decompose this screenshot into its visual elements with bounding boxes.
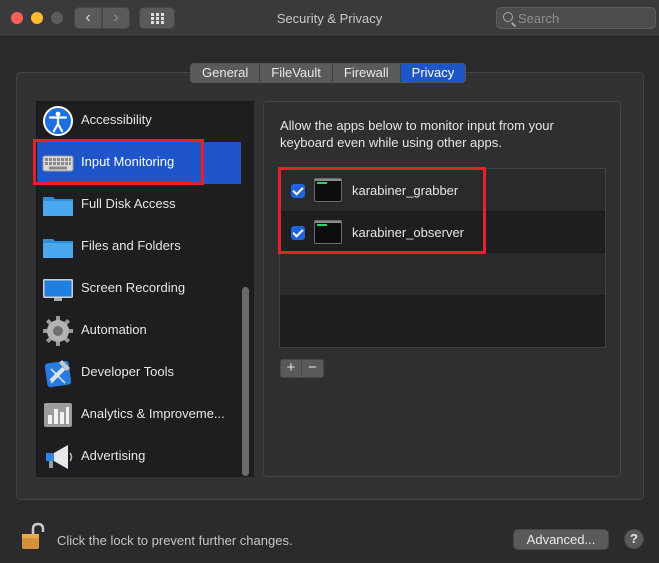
app-list: karabiner_grabber karabiner_observer — [279, 168, 606, 348]
permission-description: Allow the apps below to monitor input fr… — [280, 118, 554, 150]
tab-general[interactable]: General — [191, 64, 261, 82]
display-icon — [43, 279, 73, 301]
tab-privacy[interactable]: Privacy — [400, 64, 466, 82]
sidebar-item-label: Advertising — [81, 448, 146, 463]
folder-icon — [43, 239, 73, 258]
developer-tools-icon — [44, 360, 72, 388]
search-field[interactable] — [496, 7, 656, 29]
sidebar-item-advertising[interactable]: Advertising — [37, 436, 241, 476]
app-row-karabiner-grabber[interactable]: karabiner_grabber — [280, 169, 605, 211]
sidebar-item-automation[interactable]: Automation — [37, 310, 241, 352]
add-app-button[interactable]: + — [280, 359, 302, 378]
search-icon — [503, 12, 513, 22]
app-name: karabiner_grabber — [352, 183, 459, 198]
titlebar: ‹ › Security & Privacy — [0, 0, 659, 37]
keyboard-icon — [42, 155, 74, 172]
add-remove-buttons: + − — [280, 359, 324, 378]
sidebar-item-input-monitoring[interactable]: Input Monitoring — [37, 142, 241, 184]
sidebar-item-developer-tools[interactable]: Developer Tools — [37, 352, 241, 394]
app-checkbox[interactable] — [291, 226, 305, 240]
sidebar-item-files-and-folders[interactable]: Files and Folders — [37, 226, 241, 268]
sidebar-item-label: Screen Recording — [81, 280, 186, 295]
sidebar-item-label: Files and Folders — [81, 238, 181, 253]
tab-filevault[interactable]: FileVault — [260, 64, 333, 82]
sidebar-item-label: Developer Tools — [81, 364, 174, 379]
sidebar-item-full-disk-access[interactable]: Full Disk Access — [37, 184, 241, 226]
app-checkbox[interactable] — [291, 184, 305, 198]
empty-row — [280, 295, 605, 337]
sidebar-item-screen-recording[interactable]: Screen Recording — [37, 268, 241, 310]
folder-icon — [43, 197, 73, 216]
sidebar-item-label: Input Monitoring — [81, 154, 175, 169]
sidebar-item-label: Full Disk Access — [81, 196, 176, 211]
lock-status-text: Click the lock to prevent further change… — [57, 533, 293, 548]
advanced-button[interactable]: Advanced... — [513, 529, 609, 550]
sidebar-item-analytics[interactable]: Analytics & Improveme... — [37, 394, 241, 436]
megaphone-icon — [46, 445, 73, 469]
tab-bar: General FileVault Firewall Privacy — [190, 63, 467, 83]
tab-firewall[interactable]: Firewall — [333, 64, 401, 82]
sidebar-scrollbar-thumb[interactable] — [242, 287, 249, 476]
accessibility-icon — [43, 106, 73, 136]
remove-app-button[interactable]: − — [302, 359, 324, 378]
sidebar-item-label: Accessibility — [81, 112, 152, 127]
help-button[interactable]: ? — [624, 529, 644, 549]
sidebar-item-accessibility[interactable]: Accessibility — [37, 102, 241, 142]
sidebar-item-label: Automation — [81, 322, 147, 337]
empty-row — [280, 253, 605, 295]
terminal-icon — [314, 178, 342, 202]
privacy-category-list: Accessibility Input Monitoring Full Disk… — [36, 101, 254, 477]
analytics-icon — [44, 403, 72, 427]
sidebar-item-label: Analytics & Improveme... — [81, 406, 225, 421]
app-row-karabiner-observer[interactable]: karabiner_observer — [280, 211, 605, 253]
gear-icon — [43, 316, 73, 346]
lock-open-icon[interactable] — [21, 522, 45, 550]
search-input[interactable] — [518, 10, 648, 26]
app-name: karabiner_observer — [352, 225, 465, 240]
terminal-icon — [314, 220, 342, 244]
